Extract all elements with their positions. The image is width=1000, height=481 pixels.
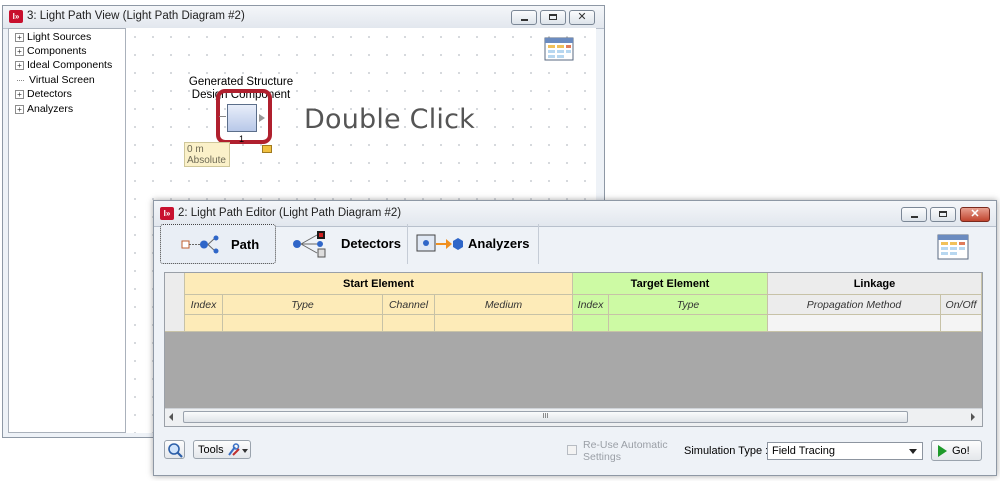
play-icon [938,445,947,457]
new-row-medium[interactable] [435,315,573,332]
row-header-corner [165,273,185,332]
new-row-on-off[interactable] [941,315,982,332]
double-click-hint: Double Click [304,104,475,135]
close-button[interactable]: ✕ [569,10,595,25]
position-tooltip: 0 m Absolute [184,142,230,167]
zoom-button[interactable] [164,440,185,459]
light-path-table[interactable]: Start Element Target Element Linkage Ind… [164,272,983,427]
chevron-down-icon [909,449,917,454]
tree-item-light-sources[interactable]: + Light Sources [15,31,91,45]
group-linkage: Linkage [768,273,982,295]
small-marker-icon [262,145,272,153]
tab-path[interactable]: Path [160,224,276,264]
minimize-button[interactable] [901,207,927,222]
tools-icon [228,443,240,456]
scroll-thumb[interactable]: III [183,411,908,423]
expand-icon[interactable]: + [15,89,24,99]
new-row-start-index[interactable] [185,315,223,332]
expand-icon[interactable]: + [15,32,24,42]
component-index: 1 [239,134,245,144]
input-port-icon [219,116,226,117]
table-empty-area [165,332,982,408]
maximize-button[interactable] [930,207,956,222]
tree-item-components[interactable]: + Components [15,45,87,59]
col-start-type[interactable]: Type [223,295,383,315]
col-target-type[interactable]: Type [609,295,768,315]
app-icon: I» [160,207,174,220]
simulation-type-label: Simulation Type : [684,445,769,457]
editor-title: 2: Light Path Editor (Light Path Diagram… [178,207,402,219]
expand-icon[interactable]: + [15,60,24,70]
tree-item-ideal-components[interactable]: + Ideal Components [15,59,112,73]
tab-detectors[interactable]: Detectors [283,224,408,264]
output-port-icon[interactable] [259,114,265,122]
col-channel[interactable]: Channel [383,295,435,315]
tools-button[interactable]: Tools [193,440,251,459]
magnifier-icon [168,443,183,458]
new-row-start-type[interactable] [223,315,383,332]
tree-item-detectors[interactable]: + Detectors [15,88,72,102]
tree-item-analyzers[interactable]: + Analyzers [15,103,73,117]
group-target-element: Target Element [573,273,768,295]
go-button[interactable]: Go! [931,440,982,461]
component-tree[interactable]: + Light Sources + Components + Ideal Compon… [8,28,126,433]
maximize-button[interactable] [540,10,566,25]
new-row-target-type[interactable] [609,315,768,332]
col-target-index[interactable]: Index [573,295,609,315]
reuse-settings-checkbox[interactable] [567,445,577,455]
app-icon: I» [9,10,23,23]
analyzers-icon [416,234,463,252]
view-titlebar[interactable]: I» 3: Light Path View (Light Path Diagra… [3,6,604,29]
table-view-icon[interactable] [544,37,574,61]
col-propagation-method[interactable]: Propagation Method [768,295,941,315]
scroll-grip: III [542,413,549,420]
tab-analyzers[interactable]: Analyzers [410,224,539,264]
expand-icon[interactable]: + [15,104,24,114]
dropdown-arrow-icon [242,449,248,453]
new-row-target-index[interactable] [573,315,609,332]
detectors-icon [293,231,326,258]
view-title: 3: Light Path View (Light Path Diagram #… [27,10,245,22]
col-medium[interactable]: Medium [435,295,573,315]
new-row-propagation[interactable] [768,315,941,332]
table-view-icon[interactable] [937,234,969,260]
new-row-channel[interactable] [383,315,435,332]
scroll-left-arrow[interactable] [169,413,173,421]
simulation-type-select[interactable]: Field Tracing [767,442,923,460]
group-start-element: Start Element [185,273,573,295]
col-on-off[interactable]: On/Off [941,295,982,315]
scroll-right-arrow[interactable] [971,413,975,421]
minimize-button[interactable] [511,10,537,25]
expand-icon[interactable]: + [15,46,24,56]
close-button[interactable]: ✕ [960,207,990,222]
tree-line [17,79,24,81]
col-start-index[interactable]: Index [185,295,223,315]
horizontal-scrollbar[interactable]: III [165,408,982,426]
tree-item-virtual-screen[interactable]: Virtual Screen [15,74,95,88]
path-icon [181,235,219,254]
reuse-settings-label: Re-Use Automatic Settings [583,439,668,463]
editor-titlebar[interactable]: I» 2: Light Path Editor (Light Path Diag… [154,201,996,227]
component-block[interactable] [227,104,257,132]
